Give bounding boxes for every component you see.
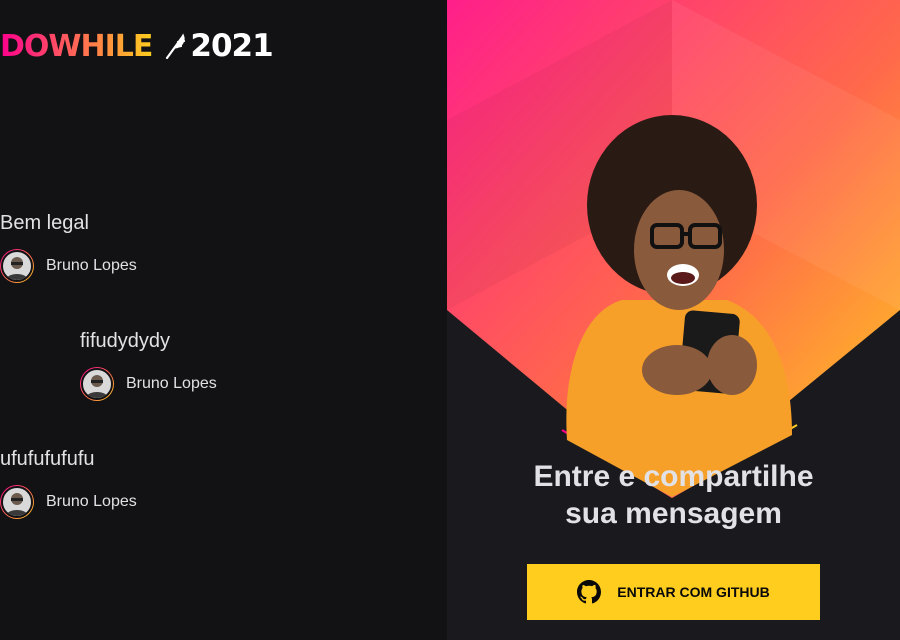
login-title-line-1: Entre e compartilhe bbox=[533, 460, 814, 493]
author-name: Bruno Lopes bbox=[46, 493, 137, 510]
login-title: Entre e compartilhe sua mensagem bbox=[447, 458, 900, 532]
logo-year: 2021 bbox=[190, 28, 273, 64]
github-login-label: ENTRAR COM GITHUB bbox=[617, 584, 770, 600]
github-login-button[interactable]: ENTRAR COM GITHUB bbox=[527, 564, 820, 620]
avatar-ring bbox=[0, 485, 34, 519]
logo-brand: DOWHILE bbox=[0, 28, 153, 64]
message-item: Bem legal Bruno Lopes bbox=[0, 212, 137, 283]
message-author: Bruno Lopes bbox=[80, 367, 217, 401]
avatar bbox=[1, 486, 33, 518]
dowhile-logo: DOWHILE 2021 bbox=[0, 28, 274, 64]
message-item: ufufufufufu Bruno Lopes bbox=[0, 448, 137, 519]
message-text: Bem legal bbox=[0, 212, 89, 234]
feather-icon bbox=[166, 33, 186, 59]
avatar-ring bbox=[0, 249, 34, 283]
message-text: fifudydydy bbox=[80, 330, 171, 352]
banner-illustration bbox=[447, 0, 900, 499]
author-name: Bruno Lopes bbox=[126, 375, 217, 392]
github-icon bbox=[577, 580, 602, 604]
author-name: Bruno Lopes bbox=[46, 257, 137, 274]
login-panel: Entre e compartilhe sua mensagem ENTRAR … bbox=[447, 0, 900, 640]
avatar-ring bbox=[80, 367, 114, 401]
avatar bbox=[1, 250, 33, 282]
message-author: Bruno Lopes bbox=[0, 485, 137, 519]
login-title-line-2: sua mensagem bbox=[565, 497, 782, 530]
message-item: fifudydydy Bruno Lopes bbox=[80, 330, 217, 401]
message-list-panel: DOWHILE 2021 Bem legal Bruno Lopes fifud… bbox=[0, 0, 447, 640]
message-text: ufufufufufu bbox=[0, 448, 95, 470]
message-author: Bruno Lopes bbox=[0, 249, 137, 283]
avatar bbox=[81, 368, 113, 400]
